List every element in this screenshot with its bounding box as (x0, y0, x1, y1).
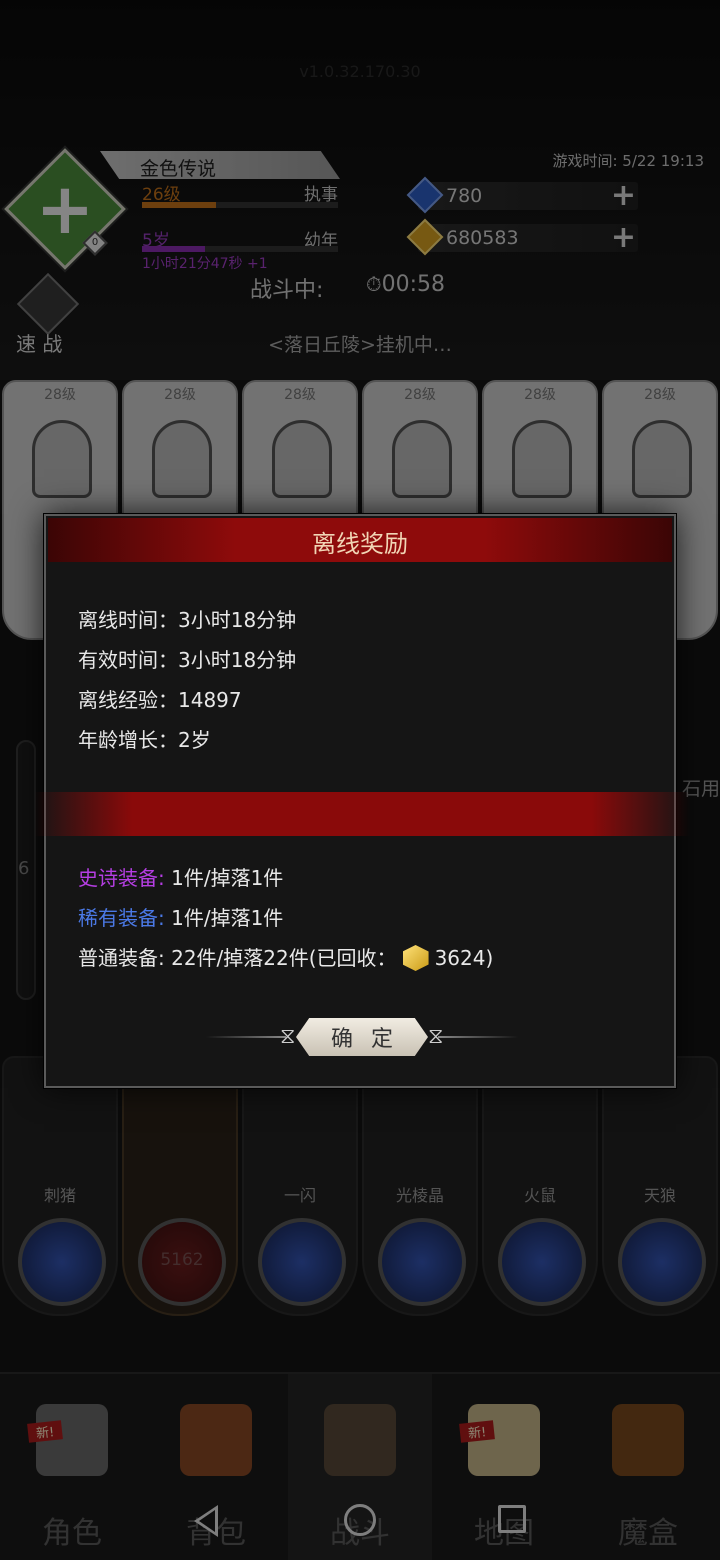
offline-time-row: 离线时间：3小时18分钟 (78, 608, 297, 632)
effective-time-row: 有效时间：3小时18分钟 (78, 648, 297, 672)
ornament-line-left (206, 1036, 286, 1038)
section-divider (34, 792, 690, 836)
ornament-line-right (438, 1036, 518, 1038)
confirm-button[interactable]: 确定 (296, 1018, 428, 1056)
epic-equipment-row: 史诗装备: 1件/掉落1件 (78, 866, 284, 890)
offline-exp-row: 离线经验：14897 (78, 688, 242, 712)
ornament-left-icon: ⧖ (280, 1024, 296, 1049)
ornament-right-icon: ⧖ (428, 1024, 444, 1049)
age-growth-row: 年龄增长：2岁 (78, 728, 211, 752)
offline-reward-dialog: 离线奖励 离线时间：3小时18分钟 有效时间：3小时18分钟 离线经验：1489… (34, 514, 690, 1088)
rare-equipment-row: 稀有装备: 1件/掉落1件 (78, 906, 284, 930)
dialog-title: 离线奖励 (312, 530, 408, 558)
normal-equipment-row: 普通装备: 22件/掉落22件(已回收： 3624) (78, 945, 494, 971)
gold-coin-icon (402, 945, 429, 971)
